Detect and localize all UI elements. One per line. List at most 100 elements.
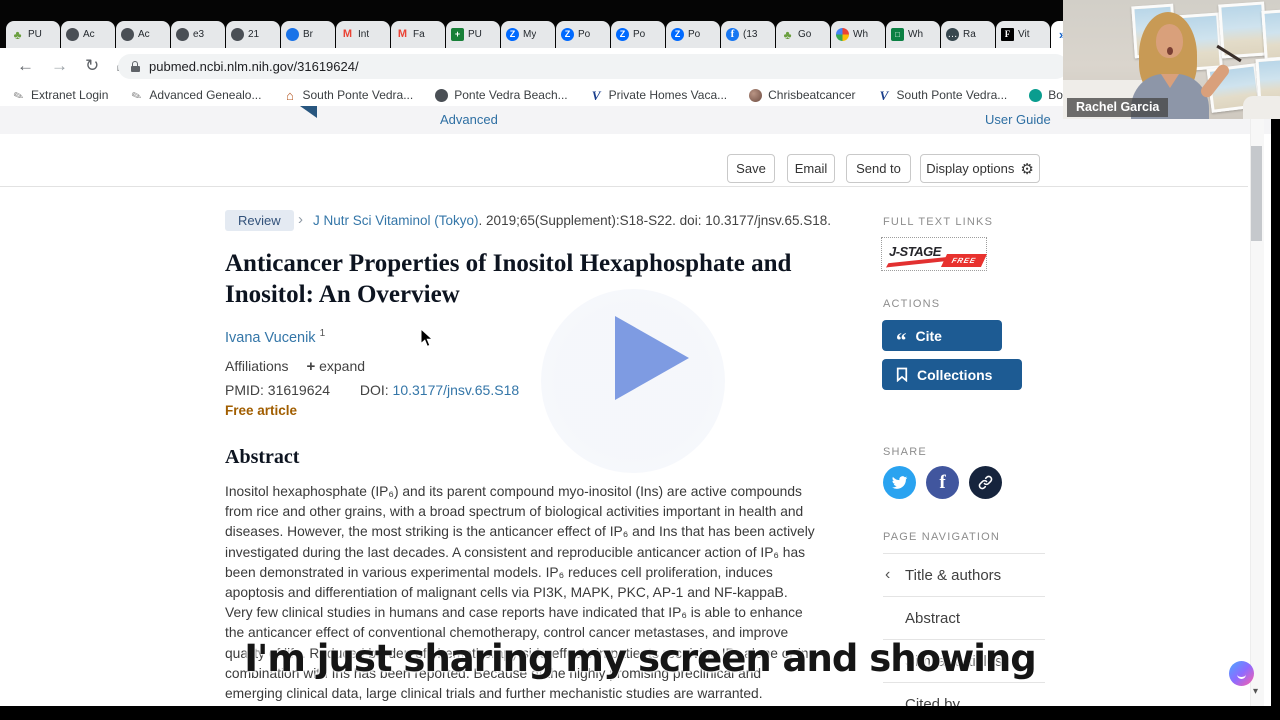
facebook-share-button[interactable]: f <box>926 466 959 499</box>
browser-tab[interactable]: Z Po <box>666 21 720 48</box>
tab-favicon-icon: M <box>341 28 354 41</box>
browser-tab[interactable]: + PU <box>446 21 500 48</box>
breadcrumb-chevron-icon: › <box>298 211 303 228</box>
video-caption: I'm just sharing my screen and showing <box>0 637 1280 680</box>
tab-favicon-icon <box>836 28 849 41</box>
tab-label: e3 <box>193 29 204 40</box>
browser-tab[interactable]: Wh <box>831 21 885 48</box>
display-options-button[interactable]: Display options ⚙ <box>920 154 1040 183</box>
abstract-heading: Abstract <box>225 446 299 469</box>
bookmark-item[interactable]: ⌂ South Ponte Vedra... <box>283 88 413 102</box>
citation-line: J Nutr Sci Vitaminol (Tokyo). 2019;65(Su… <box>313 213 853 228</box>
bookmark-favicon-icon <box>435 89 448 102</box>
tab-label: My <box>523 29 536 40</box>
publication-type-badge[interactable]: Review <box>225 210 294 231</box>
mouse-cursor <box>420 328 434 348</box>
scrollbar-down-arrow[interactable]: ▾ <box>1253 686 1258 697</box>
browser-tab[interactable]: M Int <box>336 21 390 48</box>
save-button[interactable]: Save <box>727 154 775 183</box>
address-bar[interactable]: pubmed.ncbi.nlm.nih.gov/31619624/ <box>118 54 1068 79</box>
bookmark-favicon-icon: ⌂ <box>283 89 296 102</box>
bookmark-label: South Ponte Vedra... <box>302 88 413 102</box>
video-play-button[interactable] <box>541 289 725 473</box>
page-navigation-item[interactable]: ‹ Title & authors <box>883 553 1045 596</box>
tab-favicon-icon <box>176 28 189 41</box>
tab-label: Po <box>578 29 590 40</box>
forward-icon[interactable]: → <box>51 56 68 76</box>
journal-link[interactable]: J Nutr Sci Vitaminol (Tokyo) <box>313 213 479 228</box>
tab-label: Vit <box>1018 29 1030 40</box>
link-icon <box>977 474 994 491</box>
user-guide-link[interactable]: User Guide <box>985 112 1051 127</box>
browser-tab[interactable]: Z My <box>501 21 555 48</box>
tab-favicon-icon: □ <box>891 28 904 41</box>
bookmark-favicon-icon: ✎ <box>10 87 27 104</box>
bookmark-item[interactable]: V South Ponte Vedra... <box>878 88 1008 102</box>
cite-button[interactable]: “ Cite <box>882 320 1002 351</box>
bookmark-item[interactable]: Ponte Vedra Beach... <box>435 88 567 102</box>
author-link[interactable]: Ivana Vucenik 1 <box>225 328 325 346</box>
page-navigation-item-label: Abstract <box>905 610 960 627</box>
affiliations-label: Affiliations <box>225 358 289 374</box>
browser-tab[interactable]: □ Wh <box>886 21 940 48</box>
free-article-label: Free article <box>225 403 297 418</box>
tab-favicon-icon: ♣ <box>11 28 24 41</box>
browser-tab[interactable]: 21 <box>226 21 280 48</box>
bookmark-favicon-icon <box>1029 89 1042 102</box>
doi-link[interactable]: 10.3177/jnsv.65.S18 <box>393 382 520 398</box>
browser-tab[interactable]: Z Po <box>611 21 665 48</box>
tab-label: Int <box>358 29 369 40</box>
email-button[interactable]: Email <box>787 154 835 183</box>
right-letterbox <box>1271 119 1280 720</box>
author-affiliation-number: 1 <box>320 328 326 339</box>
browser-tab[interactable]: Z Po <box>556 21 610 48</box>
bookmark-item[interactable]: V Private Homes Vaca... <box>590 88 728 102</box>
tab-favicon-icon: Z <box>671 28 684 41</box>
browser-tab[interactable]: F Vit <box>996 21 1050 48</box>
actions-label: ACTIONS <box>883 298 940 310</box>
browser-tab[interactable]: ♣ PU <box>6 21 60 48</box>
expand-plus-icon[interactable]: + <box>306 358 315 375</box>
bookmark-item[interactable]: Chrisbeatcancer <box>749 88 855 102</box>
bookmark-label: South Ponte Vedra... <box>897 88 1008 102</box>
bookmark-favicon-icon <box>749 89 762 102</box>
tab-label: Po <box>688 29 700 40</box>
page-navigation-item-label: Title & authors <box>905 567 1001 584</box>
browser-tab[interactable]: f (13 <box>721 21 775 48</box>
reload-icon[interactable]: ↻ <box>85 56 99 76</box>
bottom-letterbox <box>0 706 1280 720</box>
tab-label: Br <box>303 29 313 40</box>
tab-favicon-icon: f <box>726 28 739 41</box>
collections-button[interactable]: Collections <box>882 359 1022 390</box>
play-icon <box>615 316 689 400</box>
tab-label: PU <box>468 29 482 40</box>
back-icon[interactable]: ← <box>17 56 34 76</box>
browser-tab[interactable]: Br <box>281 21 335 48</box>
bookmark-item[interactable]: ✎ Advanced Genealo... <box>130 88 261 102</box>
browser-tab[interactable]: ♣ Go <box>776 21 830 48</box>
twitter-share-button[interactable] <box>883 466 916 499</box>
bookmark-favicon-icon: V <box>590 89 603 102</box>
browser-tab[interactable]: Ac <box>61 21 115 48</box>
browser-tab[interactable]: M Fa <box>391 21 445 48</box>
page-navigation-item[interactable]: Abstract <box>883 596 1045 639</box>
tab-favicon-icon: ♣ <box>781 28 794 41</box>
ssl-lock-icon[interactable] <box>130 60 141 73</box>
send-to-button[interactable]: Send to <box>846 154 911 183</box>
tab-label: Fa <box>413 29 425 40</box>
browser-tab[interactable]: Ac <box>116 21 170 48</box>
bookmark-item[interactable]: ✎ Extranet Login <box>12 88 108 102</box>
advanced-search-link[interactable]: Advanced <box>440 112 498 127</box>
expand-link[interactable]: expand <box>319 358 365 374</box>
browser-tab[interactable]: … Ra <box>941 21 995 48</box>
bookmark-label: Private Homes Vaca... <box>609 88 728 102</box>
sofa <box>1243 96 1280 119</box>
jstage-full-text-button[interactable]: J-STAGE FREE <box>881 237 987 271</box>
tab-label: Po <box>633 29 645 40</box>
bookmark-favicon-icon: ✎ <box>129 87 146 104</box>
browser-tab[interactable]: e3 <box>171 21 225 48</box>
scrollbar-thumb[interactable] <box>1251 146 1262 241</box>
permalink-share-button[interactable] <box>969 466 1002 499</box>
person-mouth <box>1167 47 1173 55</box>
twitter-bird-icon <box>891 474 908 491</box>
